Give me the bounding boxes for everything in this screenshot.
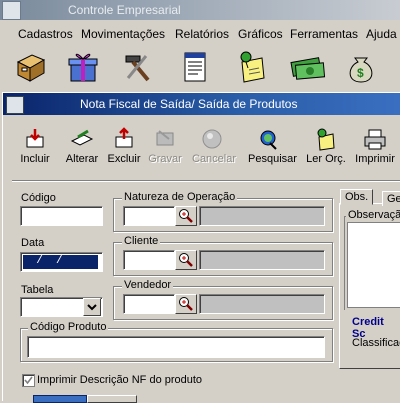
tabela-dropdown-button[interactable] xyxy=(83,298,101,316)
imprimir-button[interactable]: Imprimir xyxy=(355,127,395,165)
alterar-icon xyxy=(70,129,94,146)
ler-orcamento-button[interactable]: Ler Orç. xyxy=(306,127,346,165)
svg-text:$: $ xyxy=(357,66,364,80)
codigo-produto-label: Código Produto xyxy=(28,321,109,333)
child-window-icon xyxy=(6,96,24,114)
vendedor-label: Vendedor xyxy=(122,279,174,291)
cancelar-icon xyxy=(202,129,222,149)
data-input[interactable]: / / xyxy=(20,252,103,272)
incluir-icon xyxy=(26,129,44,148)
app-title-bar: Controle Empresarial xyxy=(0,0,400,20)
menu-ajuda[interactable]: Ajuda xyxy=(366,27,397,41)
gift-box-icon[interactable] xyxy=(64,48,102,86)
gravar-button[interactable]: Gravar xyxy=(145,127,185,165)
note-pin-icon xyxy=(317,128,335,151)
app-logo-icon xyxy=(2,1,21,20)
cliente-label: Cliente xyxy=(122,235,161,247)
child-title-bar: Nota Fiscal de Saída/ Saída de Produtos xyxy=(3,93,400,115)
menu-cadastros[interactable]: Cadastros xyxy=(18,27,73,41)
gravar-icon xyxy=(156,130,174,146)
child-title: Nota Fiscal de Saída/ Saída de Produtos xyxy=(80,97,298,111)
imprimir-descricao-checkbox[interactable] xyxy=(22,374,35,387)
checkmark-icon xyxy=(24,376,33,385)
tab-obs[interactable]: Obs. xyxy=(340,189,374,205)
data-value-selected: / / xyxy=(23,255,98,269)
bottom-button-2[interactable] xyxy=(87,395,137,403)
menu-ferramentas[interactable]: Ferramentas xyxy=(290,27,358,41)
natureza-search-button[interactable] xyxy=(175,206,197,226)
magnifier-icon xyxy=(179,209,193,223)
cancelar-button[interactable]: Cancelar xyxy=(192,127,236,165)
document-list-icon[interactable] xyxy=(176,48,214,86)
tabela-label: Tabela xyxy=(21,284,54,296)
vendedor-code-input[interactable] xyxy=(123,294,175,314)
vendedor-name-field xyxy=(199,294,325,314)
file-cabinet-icon[interactable] xyxy=(12,48,50,86)
classificacao-label: Classificaç xyxy=(352,337,400,349)
cliente-code-input[interactable] xyxy=(123,250,175,270)
codigo-input[interactable] xyxy=(20,206,103,226)
natureza-description-field xyxy=(199,206,325,226)
imprimir-descricao-label: Imprimir Descrição NF do produto xyxy=(37,374,203,386)
tab-ge[interactable]: Ge xyxy=(382,191,400,206)
menu-graficos[interactable]: Gráficos xyxy=(238,27,283,41)
printer-icon xyxy=(364,129,386,150)
vendedor-search-button[interactable] xyxy=(175,294,197,314)
menu-movimentacoes[interactable]: Movimentações xyxy=(81,27,165,41)
incluir-button[interactable]: Incluir xyxy=(15,127,55,165)
codigo-label: Código xyxy=(21,192,56,204)
pesquisar-icon xyxy=(260,130,277,150)
excluir-button[interactable]: Excluir xyxy=(104,127,144,165)
pesquisar-button[interactable]: Pesquisar xyxy=(248,127,297,165)
menu-relatorios[interactable]: Relatórios xyxy=(175,27,229,41)
toolbar-separator xyxy=(12,180,400,182)
money-bag-icon[interactable]: $ xyxy=(342,48,380,86)
bottom-button-1[interactable] xyxy=(33,395,87,403)
alterar-button[interactable]: Alterar xyxy=(62,127,102,165)
observacao-textarea[interactable] xyxy=(347,222,400,308)
app-title: Controle Empresarial xyxy=(68,3,181,17)
note-pin-icon[interactable] xyxy=(232,48,270,86)
magnifier-icon xyxy=(179,253,193,267)
natureza-label: Natureza de Operação xyxy=(122,191,238,203)
magnifier-icon xyxy=(179,297,193,311)
money-icon[interactable] xyxy=(288,48,326,86)
cliente-search-button[interactable] xyxy=(175,250,197,270)
tabela-select[interactable] xyxy=(20,297,103,317)
chevron-down-icon xyxy=(87,304,97,311)
observacao-label: Observaçã xyxy=(346,209,400,221)
codigo-produto-input[interactable] xyxy=(27,336,325,358)
tools-icon[interactable] xyxy=(118,48,156,86)
cliente-name-field xyxy=(199,250,325,270)
excluir-icon xyxy=(115,127,133,148)
data-label: Data xyxy=(21,237,45,249)
natureza-code-input[interactable] xyxy=(123,206,175,226)
